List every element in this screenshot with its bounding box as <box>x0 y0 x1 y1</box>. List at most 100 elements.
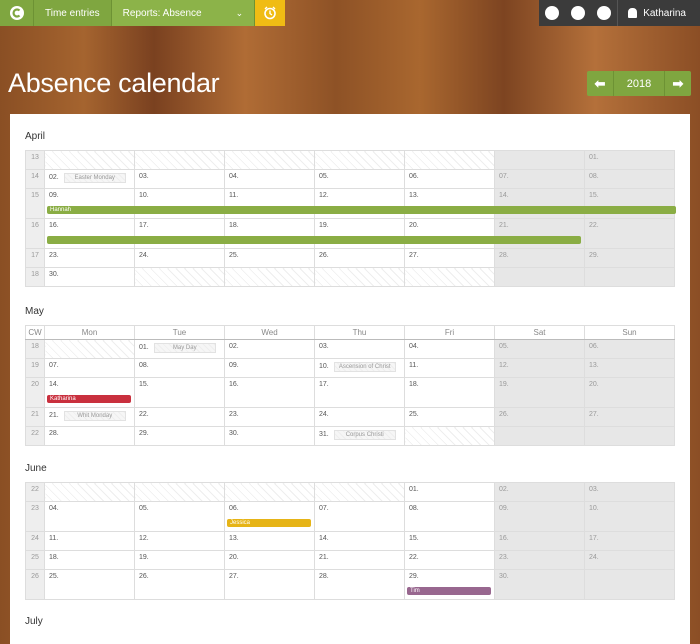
day-cell[interactable]: 15. <box>134 377 225 408</box>
day-cell[interactable]: 20. <box>224 550 315 570</box>
day-cell[interactable]: 15. <box>404 531 495 551</box>
day-cell[interactable]: 28. <box>314 569 405 600</box>
day-cell[interactable]: 23. <box>224 407 315 427</box>
day-cell[interactable]: 13. <box>224 531 315 551</box>
day-cell[interactable]: 06. <box>584 339 675 359</box>
day-cell[interactable]: 24. <box>584 550 675 570</box>
day-cell[interactable]: 10. Ascension of Christ <box>314 358 405 378</box>
day-cell[interactable]: 28. <box>494 248 585 268</box>
day-cell[interactable]: 02. Easter Monday <box>44 169 135 189</box>
day-cell[interactable]: 12. <box>134 531 225 551</box>
day-cell[interactable]: 07. <box>494 169 585 189</box>
day-cell[interactable]: 17. <box>314 377 405 408</box>
day-cell[interactable]: 12. <box>314 188 405 219</box>
team-icon[interactable] <box>565 0 591 26</box>
day-cell[interactable]: 22. <box>404 550 495 570</box>
day-cell[interactable]: 23. <box>44 248 135 268</box>
day-cell[interactable]: 19. <box>314 218 405 249</box>
day-cell[interactable]: 26. <box>134 569 225 600</box>
day-cell[interactable]: 10. <box>584 501 675 532</box>
day-cell[interactable]: 31. Corpus Christi <box>314 426 405 446</box>
day-cell[interactable]: 18. <box>404 377 495 408</box>
day-cell[interactable]: 01. <box>584 150 675 170</box>
nav-reports-dropdown[interactable]: Reports: Absence ⌄ <box>111 0 256 26</box>
folder-icon[interactable] <box>539 0 565 26</box>
gear-icon[interactable] <box>591 0 617 26</box>
day-cell[interactable]: 22. <box>584 218 675 249</box>
day-cell[interactable]: 27. <box>584 407 675 427</box>
day-cell[interactable]: 01. <box>404 482 495 502</box>
day-cell[interactable]: 12. <box>494 358 585 378</box>
prev-year-arrow-icon[interactable]: ⬅ <box>587 71 613 96</box>
day-cell[interactable]: 26. <box>314 248 405 268</box>
nav-time-entries[interactable]: Time entries <box>34 0 112 26</box>
absence-bar[interactable]: Jessica <box>227 519 311 527</box>
day-cell[interactable]: 04. <box>404 339 495 359</box>
absence-bar[interactable]: Hannah <box>47 206 676 214</box>
day-cell[interactable]: 25. <box>404 407 495 427</box>
day-cell[interactable]: 29. <box>584 248 675 268</box>
day-cell[interactable]: 22. <box>134 407 225 427</box>
day-cell[interactable]: 23. <box>494 550 585 570</box>
day-cell[interactable]: 30. <box>44 267 135 287</box>
day-cell[interactable]: 03. <box>584 482 675 502</box>
day-cell[interactable]: 17. <box>584 531 675 551</box>
day-cell[interactable]: 16. <box>224 377 315 408</box>
timer-button[interactable] <box>255 0 285 26</box>
day-cell[interactable]: 10. <box>134 188 225 219</box>
day-cell[interactable]: 24. <box>314 407 405 427</box>
day-cell[interactable]: 21. <box>494 218 585 249</box>
day-cell[interactable]: 16. <box>44 218 135 249</box>
day-cell[interactable]: 28. <box>44 426 135 446</box>
day-cell[interactable]: 20. <box>404 218 495 249</box>
day-cell[interactable]: 05. <box>494 339 585 359</box>
day-cell[interactable]: 06. <box>224 501 315 532</box>
day-cell[interactable]: 26. <box>494 407 585 427</box>
day-cell[interactable]: 24. <box>134 248 225 268</box>
day-cell[interactable]: 21. <box>314 550 405 570</box>
day-cell[interactable]: 19. <box>494 377 585 408</box>
day-cell[interactable]: 19. <box>134 550 225 570</box>
day-cell[interactable]: 01. May Day <box>134 339 225 359</box>
day-cell[interactable]: 06. <box>404 169 495 189</box>
day-cell[interactable]: 29. <box>404 569 495 600</box>
day-cell[interactable]: 11. <box>404 358 495 378</box>
day-cell[interactable]: 27. <box>224 569 315 600</box>
day-cell[interactable]: 02. <box>224 339 315 359</box>
day-cell[interactable]: 04. <box>224 169 315 189</box>
day-cell[interactable]: 08. <box>584 169 675 189</box>
day-cell[interactable]: 14. <box>44 377 135 408</box>
day-cell[interactable]: 17. <box>134 218 225 249</box>
absence-bar[interactable]: Katharina <box>47 395 131 403</box>
day-cell[interactable]: 25. <box>44 569 135 600</box>
day-cell[interactable]: 03. <box>314 339 405 359</box>
day-cell[interactable]: 20. <box>584 377 675 408</box>
next-year-arrow-icon[interactable]: ➡ <box>665 71 691 96</box>
day-cell[interactable]: 09. <box>494 501 585 532</box>
day-cell[interactable]: 07. <box>44 358 135 378</box>
day-cell[interactable]: 14. <box>494 188 585 219</box>
day-cell[interactable]: 13. <box>404 188 495 219</box>
day-cell[interactable]: 29. <box>134 426 225 446</box>
day-cell[interactable]: 09. <box>224 358 315 378</box>
day-cell[interactable]: 21. Whit Monday <box>44 407 135 427</box>
day-cell[interactable]: 08. <box>404 501 495 532</box>
day-cell[interactable]: 13. <box>584 358 675 378</box>
day-cell[interactable]: 08. <box>134 358 225 378</box>
app-logo-icon[interactable] <box>0 0 34 26</box>
absence-bar[interactable] <box>47 236 581 244</box>
day-cell[interactable]: 02. <box>494 482 585 502</box>
day-cell[interactable]: 11. <box>224 188 315 219</box>
day-cell[interactable]: 03. <box>134 169 225 189</box>
day-cell[interactable]: 09. <box>44 188 135 219</box>
day-cell[interactable]: 25. <box>224 248 315 268</box>
day-cell[interactable]: 16. <box>494 531 585 551</box>
day-cell[interactable]: 27. <box>404 248 495 268</box>
day-cell[interactable]: 05. <box>314 169 405 189</box>
absence-bar[interactable]: Tim <box>407 587 491 595</box>
day-cell[interactable]: 14. <box>314 531 405 551</box>
day-cell[interactable]: 18. <box>44 550 135 570</box>
day-cell[interactable]: 04. <box>44 501 135 532</box>
day-cell[interactable]: 30. <box>494 569 585 600</box>
day-cell[interactable]: 18. <box>224 218 315 249</box>
